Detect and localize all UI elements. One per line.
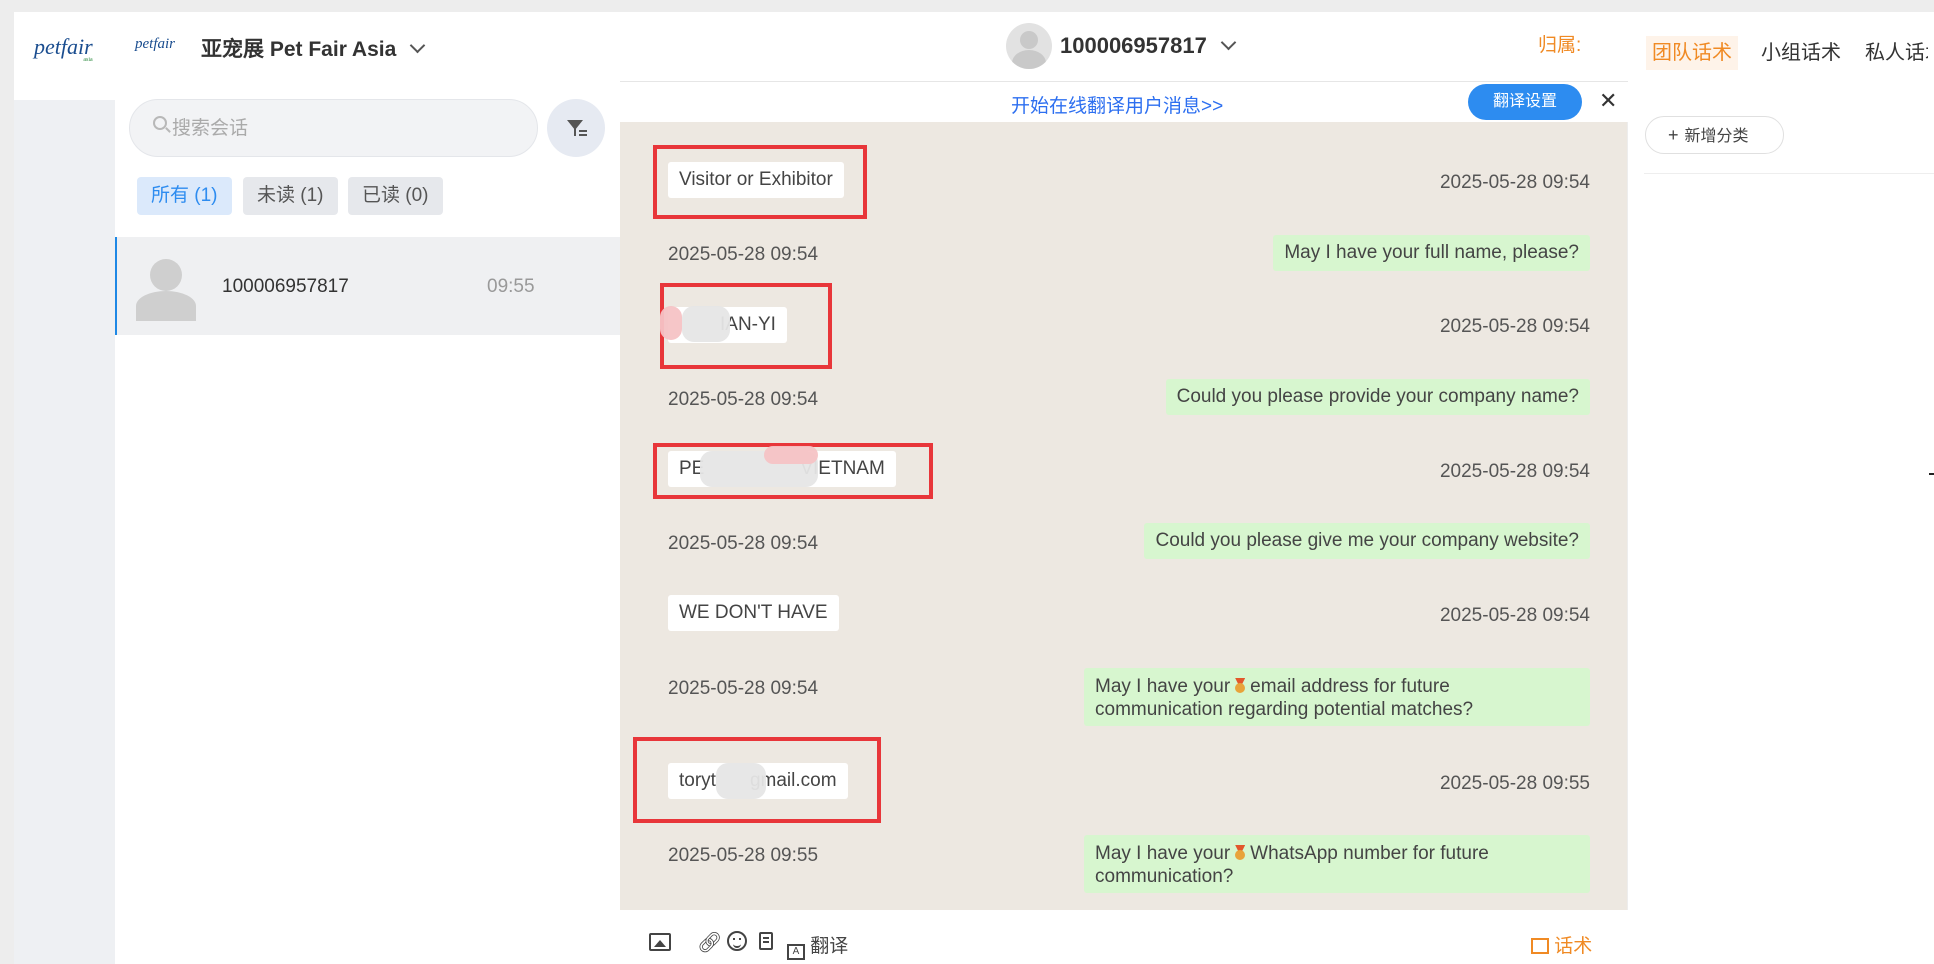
- message-time: 2025-05-28 09:54: [668, 389, 819, 410]
- message-time: 2025-05-28 09:54: [1439, 172, 1590, 193]
- tab-group-scripts[interactable]: 小组话术: [1761, 36, 1841, 70]
- redaction-blur: [764, 446, 818, 464]
- filter-button[interactable]: [547, 99, 605, 157]
- message-time: 2025-05-28 09:54: [1439, 605, 1590, 626]
- edge-mark: [1929, 473, 1934, 475]
- search-icon: [153, 116, 167, 130]
- message-bubble-right: May I have your full name, please?: [1273, 235, 1590, 271]
- contact-selector[interactable]: 100006957817: [1060, 33, 1237, 59]
- petfair-logo: petfair asia: [34, 34, 93, 63]
- document-icon[interactable]: [759, 932, 773, 950]
- contact-id: 100006957817: [1060, 33, 1207, 58]
- message-bubble-left: WE DON'T HAVE: [668, 595, 839, 631]
- chevron-down-icon: [1220, 34, 1237, 51]
- conversation-name: 100006957817: [222, 276, 349, 297]
- message-time: 2025-05-28 09:55: [668, 845, 819, 866]
- tab-private-scripts[interactable]: 私人话术: [1865, 36, 1928, 70]
- add-category-button[interactable]: + 新增分类: [1645, 116, 1784, 154]
- message-time: 2025-05-28 09:54: [1439, 461, 1590, 482]
- message-bubble-right: Could you please give me your company we…: [1144, 523, 1590, 559]
- redaction-blur: [660, 306, 682, 340]
- translate-icon: A: [787, 944, 805, 960]
- translate-button[interactable]: A 翻译: [787, 931, 848, 960]
- tab-team-scripts[interactable]: 团队话术: [1646, 36, 1738, 70]
- chevron-down-icon: [409, 37, 426, 54]
- plus-icon: +: [1668, 125, 1679, 145]
- message-bubble-right: Could you please provide your company na…: [1165, 379, 1590, 415]
- filter-tab-all[interactable]: 所有 (1): [137, 177, 232, 215]
- avatar: [134, 253, 198, 321]
- message-square-icon: [1531, 938, 1549, 954]
- message-time: 2025-05-28 09:54: [1439, 316, 1590, 337]
- message-time: 2025-05-28 09:54: [668, 533, 819, 554]
- org-switcher[interactable]: 亚宠展 Pet Fair Asia: [201, 33, 426, 63]
- redaction-blur: [716, 763, 766, 799]
- medal-icon: [1234, 678, 1246, 694]
- message-bubble-right: May I have your email address for future …: [1084, 668, 1590, 726]
- message-time: 2025-05-28 09:54: [668, 678, 819, 699]
- filter-tab-read[interactable]: 已读 (0): [348, 177, 443, 215]
- message-bubble-right: May I have your WhatsApp number for futur…: [1084, 835, 1590, 893]
- close-icon[interactable]: ✕: [1599, 88, 1617, 114]
- message-time: 2025-05-28 09:54: [668, 244, 819, 265]
- translate-settings-button[interactable]: 翻译设置: [1468, 84, 1582, 120]
- redaction-blur: [682, 306, 730, 342]
- message-time: 2025-05-28 09:55: [1439, 773, 1590, 794]
- contact-avatar: [1006, 23, 1052, 69]
- filter-tab-unread[interactable]: 未读 (1): [243, 177, 338, 215]
- emoji-icon[interactable]: [727, 931, 747, 951]
- medal-icon: [1234, 845, 1246, 861]
- conversation-time: 09:55: [487, 276, 535, 297]
- left-rail: [14, 12, 115, 964]
- link-icon[interactable]: 🔗︎: [697, 930, 722, 955]
- message-bubble-left: Visitor or Exhibitor: [668, 162, 844, 198]
- org-name: 亚宠展 Pet Fair Asia: [201, 38, 397, 61]
- rail-logo-area: petfair asia: [14, 12, 115, 100]
- image-icon[interactable]: [649, 933, 671, 951]
- translate-prompt-link[interactable]: 开始在线翻译用户消息>>: [1011, 91, 1223, 118]
- panel-divider: [1644, 173, 1934, 174]
- belong-label: 归属:: [1538, 35, 1582, 56]
- org-logo: petfair: [135, 36, 175, 52]
- scripts-button[interactable]: 话术: [1531, 931, 1592, 958]
- search-input[interactable]: [170, 110, 514, 148]
